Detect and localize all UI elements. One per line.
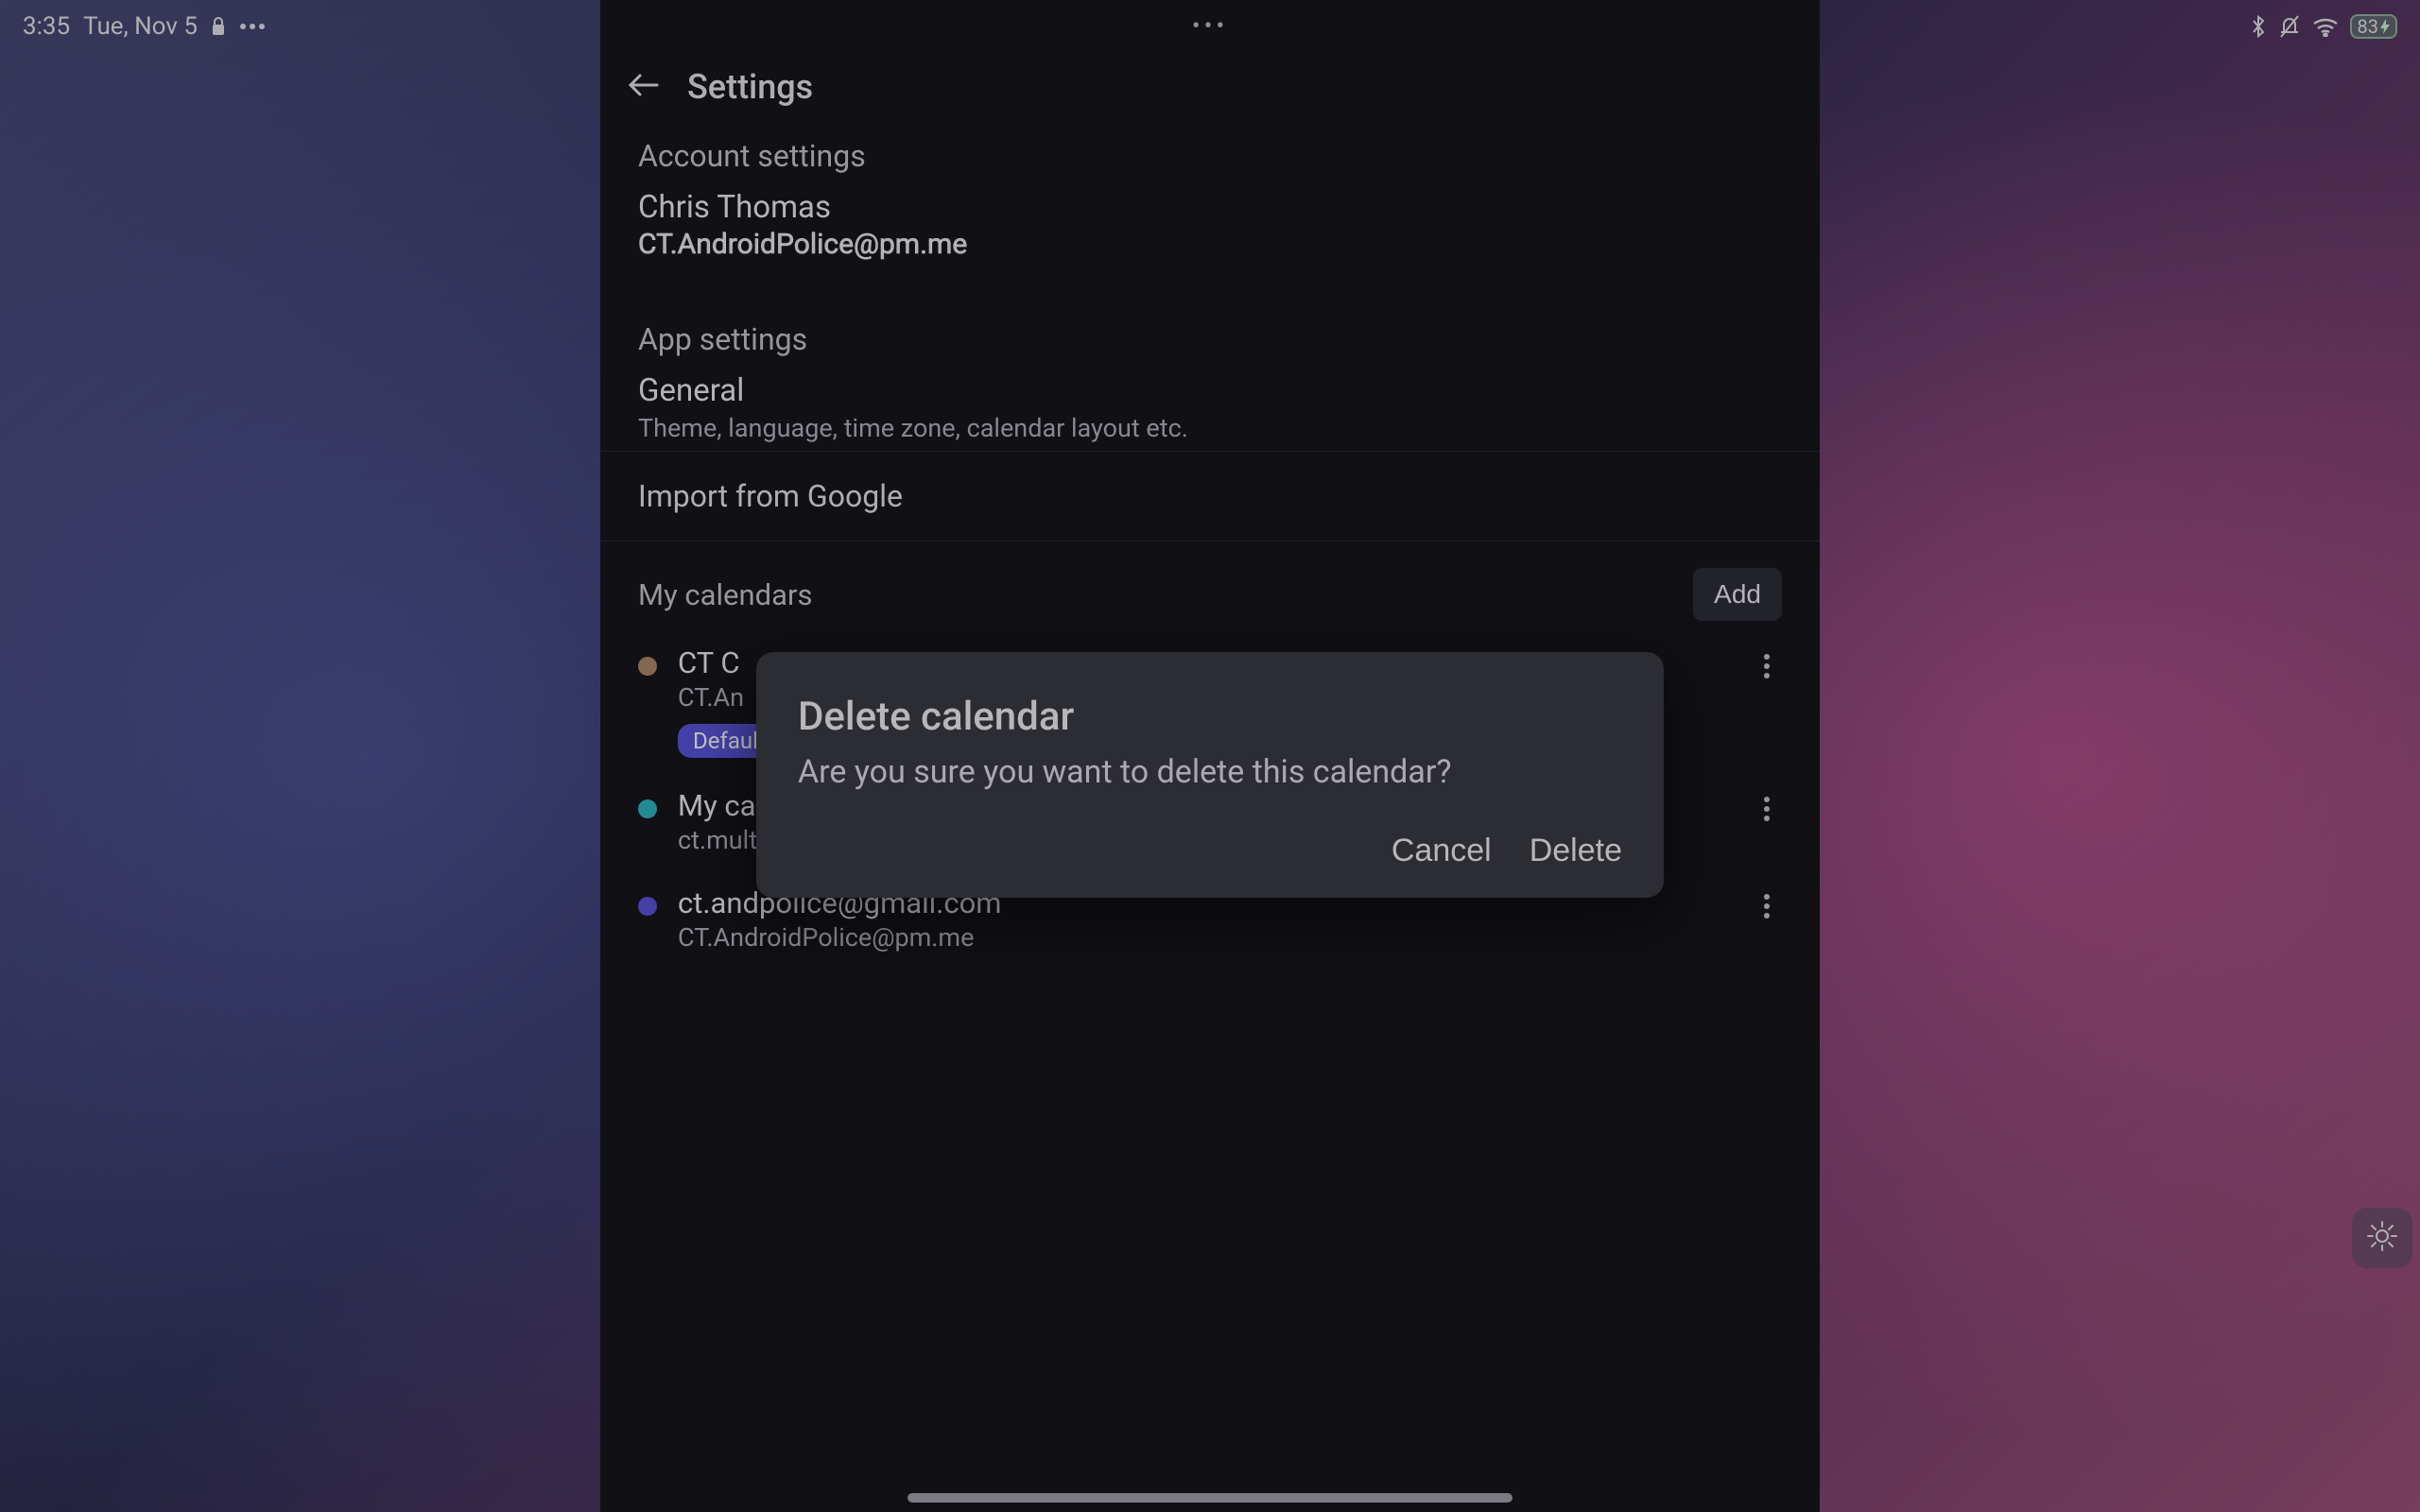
dialog-scrim[interactable] <box>0 0 2420 1512</box>
gesture-nav-bar[interactable] <box>908 1493 1512 1503</box>
